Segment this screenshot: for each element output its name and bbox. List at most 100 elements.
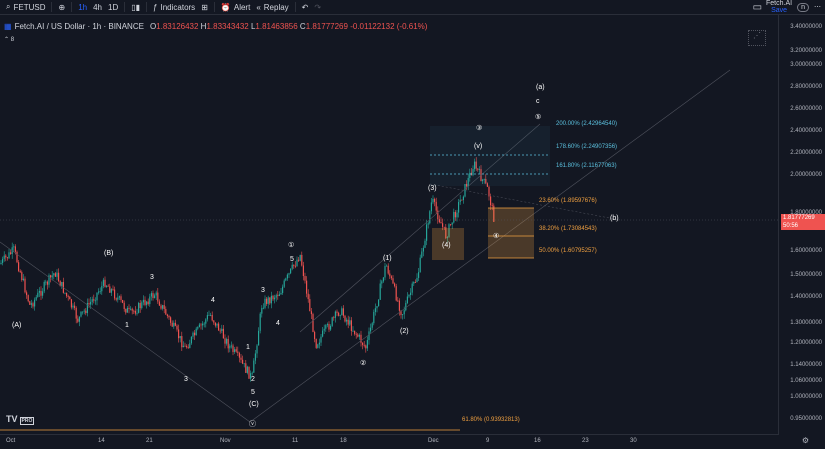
candle-body (294, 265, 296, 267)
add-symbol-button[interactable]: ⊕ (58, 3, 65, 12)
wave-label[interactable]: 5 (290, 256, 294, 263)
candle-body (403, 310, 405, 315)
templates-button[interactable]: ⊞ (201, 3, 208, 12)
candle-body (302, 265, 304, 277)
account-menu[interactable]: Fetch.AI Save (766, 0, 792, 14)
replay-button[interactable]: « Replay (256, 3, 288, 12)
time-tick: 30 (630, 438, 637, 444)
wave-label[interactable]: 2 (251, 376, 255, 383)
wave-label[interactable]: 3 (150, 274, 154, 281)
candle-body (424, 240, 426, 248)
wave-label[interactable]: (4) (442, 242, 451, 249)
alarm-icon: ⏰ (220, 2, 231, 12)
wave-label[interactable]: (C) (249, 401, 259, 408)
chart-type-button[interactable]: ▯▮ (131, 3, 140, 12)
candle-body (187, 347, 189, 349)
candle-body (325, 325, 327, 329)
wave-label[interactable]: (v) (474, 143, 482, 150)
candle-body (410, 292, 412, 296)
wave-label[interactable]: (2) (400, 328, 409, 335)
candle-body (53, 273, 55, 276)
candle-body (435, 201, 437, 211)
candle-body (331, 317, 333, 326)
candle-body (51, 275, 53, 278)
price-tick: 2.60000000 (790, 106, 822, 112)
wave-label[interactable]: (A) (12, 322, 21, 329)
candle-body (99, 291, 101, 293)
candle-body (290, 268, 292, 274)
wave-label[interactable]: c (536, 98, 540, 105)
wave-label[interactable]: (b) (610, 215, 619, 222)
divider (213, 2, 215, 12)
wave-label[interactable]: 4 (276, 320, 280, 327)
candle-body (94, 300, 96, 302)
account-avatar[interactable]: n (797, 2, 809, 12)
candle-body (320, 336, 322, 343)
candle-body (72, 305, 74, 308)
wave-label[interactable]: (1) (383, 255, 392, 262)
candle-body (328, 324, 330, 330)
undo-button[interactable]: ↶ (302, 3, 309, 12)
candle-body (190, 336, 192, 344)
candle-body (381, 281, 383, 284)
interval-1d[interactable]: 1D (108, 3, 118, 12)
wave-label[interactable]: ③ (476, 124, 482, 132)
interval-4h[interactable]: 4h (93, 3, 102, 12)
candle-body (392, 278, 394, 284)
candle-body (211, 314, 213, 321)
wave-label[interactable]: 4 (211, 297, 215, 304)
price-tick: 3.00000000 (790, 62, 822, 68)
wave-label[interactable]: ① (288, 241, 294, 249)
candle-body (426, 224, 428, 241)
candle-body (298, 259, 300, 261)
price-tick: 1.50000000 (790, 272, 822, 278)
wave-label[interactable]: (a) (536, 84, 545, 91)
candle-body (14, 246, 16, 252)
redo-button[interactable]: ↷ (314, 3, 321, 12)
wave-label[interactable]: 1 (125, 322, 129, 329)
candle-body (456, 212, 458, 218)
time-tick: Oct (6, 438, 16, 444)
indicators-button[interactable]: ƒ Indicators (153, 3, 195, 12)
candle-body (440, 222, 442, 224)
wave-label[interactable]: ④ (493, 232, 499, 240)
candle-body (314, 331, 316, 339)
wave-label[interactable]: ⓥ (249, 419, 256, 429)
layout-icon[interactable]: ▭ (753, 2, 762, 13)
time-axis[interactable]: Oct 14 21 Nov 11 18 Dec 9 16 23 30 (0, 434, 779, 449)
candle-body (411, 283, 413, 293)
last-price-tag: 1.81777269 50:56 (781, 214, 825, 230)
wave-label[interactable]: (3) (428, 185, 437, 192)
candle-body (178, 329, 180, 339)
settings-icon[interactable]: ⚙ (802, 436, 809, 445)
interval-1h[interactable]: 1h (78, 3, 87, 12)
alert-button[interactable]: ⏰ Alert (221, 3, 250, 12)
price-tick: 0.95000000 (790, 416, 822, 422)
wave-label[interactable]: 3 (261, 287, 265, 294)
drawing-tools-icon[interactable]: ⋰ (748, 30, 766, 46)
wave-label[interactable]: 1 (246, 344, 250, 351)
candle-body (61, 282, 63, 287)
price-chart[interactable] (0, 14, 779, 434)
candle-body (126, 307, 128, 313)
candle-body (96, 292, 98, 301)
wave-label[interactable]: ② (360, 359, 366, 367)
candle-body (0, 262, 2, 264)
candle-body (238, 352, 240, 358)
symbol-search[interactable]: ⌕ FETUSD (6, 2, 45, 12)
more-icon[interactable]: ⋯ (814, 3, 821, 11)
candle-body (64, 292, 66, 294)
candle-body (43, 281, 45, 292)
candle-body (173, 322, 175, 327)
candle-body (370, 327, 372, 332)
wave-label[interactable]: ⑤ (535, 113, 541, 121)
wave-label[interactable]: 3 (184, 376, 188, 383)
grid-icon: ⊞ (201, 2, 208, 12)
candle-body (389, 273, 391, 277)
wave-label[interactable]: (B) (104, 250, 113, 257)
candle-body (115, 298, 117, 300)
candle-body (21, 272, 23, 281)
time-tick: Nov (220, 438, 231, 444)
candle-body (443, 226, 445, 228)
wave-label[interactable]: 5 (251, 389, 255, 396)
